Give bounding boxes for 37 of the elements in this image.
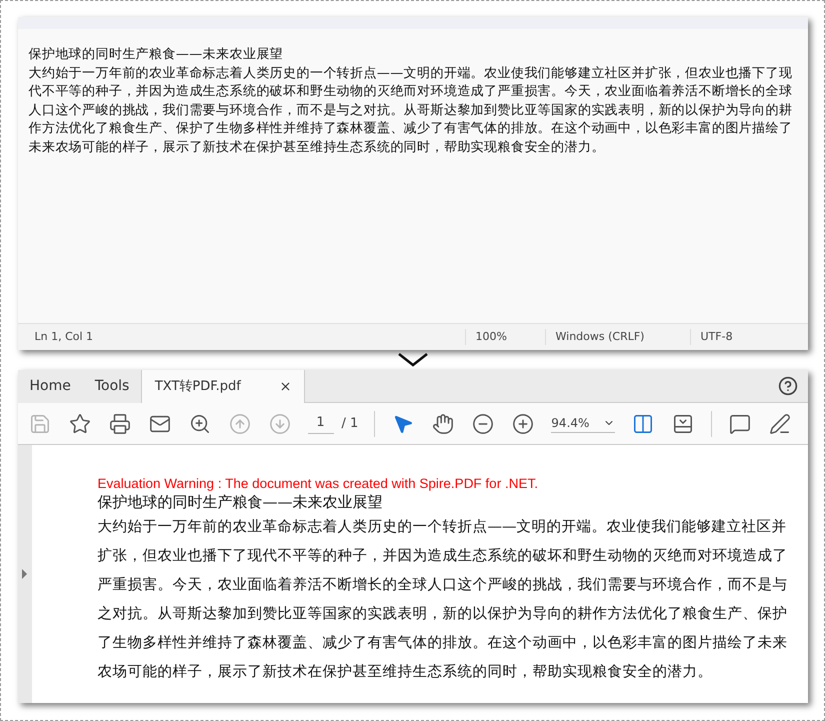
document-text-line: 农场可能的样子，展示了新技术在保护甚至维持生态系统的同时，帮助实现粮食安全的潜力。 xyxy=(98,662,712,682)
star-icon xyxy=(68,412,90,434)
document-text-line: 了生物多样性并维持了森林覆盖、减少了有害气体的排放。在这个动画中，以色彩丰富的图片描绘了未来 xyxy=(98,634,788,653)
document-text-line: 严重损害。今天，农业面临着养活不断增长的全球人口这个严峻的挑战，我们需要与环境合作，而不是与 xyxy=(98,576,788,595)
document-text-line: 大约始于一万年前的农业革命标志着人类历史的一个转折点——文明的开端。农业使我们能够建立社区并 xyxy=(98,518,786,537)
zoom-level: 100% xyxy=(464,328,544,346)
page-number-field[interactable]: 1 xyxy=(308,413,334,434)
evaluation-warning: Evaluation Warning : The document was created with Spire.PDF for .NET. xyxy=(98,475,538,492)
zoom-dropdown[interactable]: 94.4% xyxy=(551,414,616,433)
page-total: / 1 xyxy=(342,414,358,433)
tab[interactable]: Home xyxy=(18,370,83,403)
text-line: 作方法优化了粮食生产、保护了生物多样性并维持了森林覆盖、减少了有害气体的排放。在这个动画中，以色彩丰富的图片描绘了 xyxy=(28,120,792,138)
text-line: 代不平等的种子，并因为造成生态系统的破坏和野生动物的灭绝而对环境造成了严重损害。今天，农业面临着养活不断增长的全球 xyxy=(28,83,792,102)
zoom-in-icon xyxy=(512,412,534,434)
document-text-line: 扩张，但农业也播下了现代不平等的种子，并因为造成生态系统的破坏和野生动物的灭绝而对环境造成了 xyxy=(98,546,788,566)
pen-icon xyxy=(769,412,792,434)
text-line: 大约始于一万年前的农业革命标志着人类历史的一个转折点——文明的开端。农业使我们能够建立社区并扩张，但农业也播下了现 xyxy=(28,64,792,83)
document-text-line: 之对抗。从哥斯达黎加到赞比亚等国家的实践表明，新的以保护为导向的耕作方法优化了粮食生产、保护 xyxy=(98,604,788,624)
line-ending: Windows (CRLF) xyxy=(544,328,690,346)
tab[interactable]: TXT转PDF.pdf xyxy=(141,370,306,403)
text-line: 保护地球的同时生产粮食——未来农业展望 xyxy=(28,46,284,64)
document-title: 保护地球的同时生产粮食——未来农业展望 xyxy=(98,492,382,513)
text-line: 人口这个严峻的挑战，我们需要与环境合作，而不是与之对抗。从哥斯达黎加到赞比亚等国家的实践表明，新的以保护为导向的耕 xyxy=(28,102,792,120)
hand-icon xyxy=(432,412,454,434)
search-icon xyxy=(188,412,210,434)
tab[interactable]: Tools xyxy=(82,370,142,403)
close-icon[interactable] xyxy=(278,380,292,393)
printer-icon xyxy=(108,412,130,434)
comment-icon xyxy=(729,412,752,434)
encoding: UTF-8 xyxy=(690,328,733,346)
chevron-down-icon xyxy=(398,353,428,367)
cursor-position: Ln 1, Col 1 xyxy=(34,328,94,345)
zoom-out-icon xyxy=(472,412,494,434)
save-icon xyxy=(28,412,50,434)
help-icon[interactable] xyxy=(778,376,798,396)
text-line: 未来农场可能的样子，展示了新技术在保护甚至维持生态系统的同时，帮助实现粮食安全的潜力。 xyxy=(28,138,605,157)
expand-arrow-icon[interactable] xyxy=(22,569,27,579)
